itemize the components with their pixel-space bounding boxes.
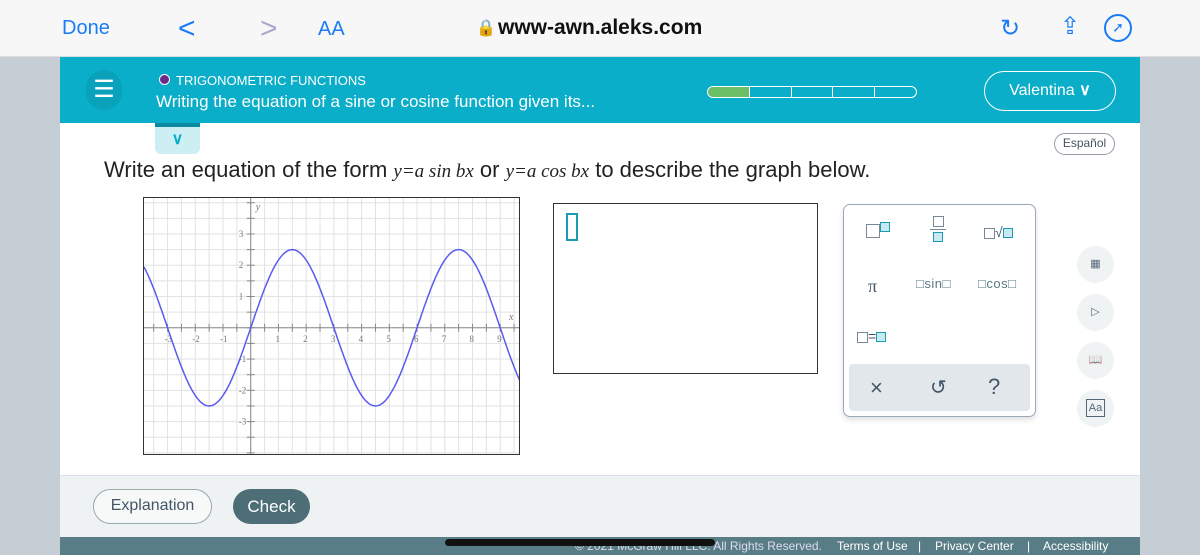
chevron-down-icon: ∨ bbox=[171, 131, 184, 148]
share-icon[interactable]: ⇪ bbox=[1060, 12, 1080, 41]
key-root[interactable]: √ bbox=[984, 224, 1013, 240]
back-button[interactable]: < bbox=[178, 12, 196, 46]
progress-segment-filled bbox=[708, 87, 750, 97]
x-tick-label: -2 bbox=[192, 334, 200, 344]
question-suffix: to describe the graph below. bbox=[589, 157, 871, 182]
x-tick-label: 9 bbox=[497, 334, 502, 344]
progress-segment bbox=[750, 87, 792, 97]
x-tick-label: 3 bbox=[331, 334, 336, 344]
bottom-bar bbox=[60, 475, 1140, 537]
y-tick-label: 3 bbox=[239, 229, 244, 239]
video-icon[interactable]: ▷ bbox=[1077, 294, 1114, 331]
y-axis-label: y bbox=[255, 202, 261, 213]
chevron-down-icon: ∨ bbox=[1079, 82, 1091, 99]
x-tick-label: 1 bbox=[275, 334, 280, 344]
form-cosine: y=a cos bx bbox=[505, 161, 590, 182]
y-tick-label: -2 bbox=[239, 385, 247, 395]
language-button[interactable]: Español bbox=[1054, 133, 1115, 155]
compass-icon[interactable]: ➚ bbox=[1104, 14, 1132, 42]
text-size-button[interactable]: AA bbox=[318, 18, 345, 41]
footer-separator: | bbox=[1027, 539, 1031, 553]
accessibility-link[interactable]: Accessibility bbox=[1043, 539, 1108, 553]
x-tick-label: -1 bbox=[220, 334, 228, 344]
browser-toolbar: Done < > AA 🔒 www-awn.aleks.com ↻ ⇪ ➚ bbox=[0, 0, 1200, 57]
topic-label: TRIGONOMETRIC FUNCTIONS bbox=[176, 73, 366, 88]
terms-link[interactable]: Terms of Use bbox=[837, 539, 908, 553]
y-tick-label: -3 bbox=[239, 417, 247, 427]
dictionary-button[interactable]: Aa bbox=[1077, 390, 1114, 427]
key-pi[interactable]: π bbox=[868, 276, 877, 297]
form-sine: y=a sin bx bbox=[393, 161, 474, 182]
menu-icon[interactable]: ☰ bbox=[86, 70, 122, 110]
x-tick-label: 5 bbox=[386, 334, 391, 344]
key-fraction[interactable] bbox=[930, 216, 946, 242]
question-prefix: Write an equation of the form bbox=[104, 157, 394, 182]
topic-dot-icon bbox=[159, 74, 170, 85]
calculator-icon[interactable]: ▦ bbox=[1077, 246, 1114, 283]
forward-button[interactable]: > bbox=[260, 12, 278, 46]
topic-header bbox=[60, 57, 1140, 123]
dictionary-label: Aa bbox=[1085, 399, 1106, 417]
x-tick-label: 8 bbox=[469, 334, 474, 344]
x-tick-label: 7 bbox=[442, 334, 447, 344]
lock-icon: 🔒 bbox=[476, 20, 496, 37]
reload-icon[interactable]: ↻ bbox=[1000, 14, 1020, 43]
progress-segment bbox=[875, 87, 916, 97]
user-menu-button[interactable]: Valentina ∨ bbox=[984, 71, 1116, 111]
explanation-button[interactable]: Explanation bbox=[93, 489, 212, 524]
equals-label: = bbox=[868, 328, 877, 344]
x-axis-label: x bbox=[508, 312, 514, 323]
progress-bar bbox=[707, 86, 917, 98]
help-button[interactable]: ? bbox=[988, 374, 1000, 400]
y-tick-label: 1 bbox=[239, 292, 244, 302]
x-tick-label: 2 bbox=[303, 334, 308, 344]
url-bar[interactable]: www-awn.aleks.com bbox=[498, 16, 702, 40]
check-button[interactable]: Check bbox=[233, 489, 310, 524]
footer-separator: | bbox=[918, 539, 922, 553]
question-text: Write an equation of the form y=a sin bx… bbox=[104, 157, 870, 183]
undo-button[interactable]: ↺ bbox=[930, 375, 947, 400]
question-or: or bbox=[473, 157, 506, 182]
progress-segment bbox=[833, 87, 876, 97]
x-tick-label: 4 bbox=[359, 334, 364, 344]
y-tick-label: 2 bbox=[239, 260, 244, 270]
clear-button[interactable]: × bbox=[870, 375, 883, 401]
home-indicator bbox=[445, 539, 715, 546]
key-cos[interactable]: □cos□ bbox=[978, 276, 1016, 291]
answer-input[interactable] bbox=[553, 203, 818, 374]
page-title: Writing the equation of a sine or cosine… bbox=[156, 92, 596, 111]
key-exponent[interactable] bbox=[866, 222, 890, 239]
privacy-link[interactable]: Privacy Center bbox=[935, 539, 1014, 553]
sine-graph: -3 -2 -1 1 2 3 4 5 6 7 8 9321-1-2-3xy bbox=[143, 197, 520, 455]
input-placeholder-box[interactable] bbox=[566, 213, 578, 241]
ebook-icon[interactable]: 📖 bbox=[1077, 342, 1114, 379]
progress-segment bbox=[792, 87, 834, 97]
key-sin[interactable]: □sin□ bbox=[916, 276, 951, 291]
done-button[interactable]: Done bbox=[62, 17, 110, 40]
key-equals[interactable]: = bbox=[857, 328, 887, 344]
user-name: Valentina bbox=[1009, 82, 1075, 99]
collapse-toggle[interactable]: ∨ bbox=[155, 123, 200, 154]
